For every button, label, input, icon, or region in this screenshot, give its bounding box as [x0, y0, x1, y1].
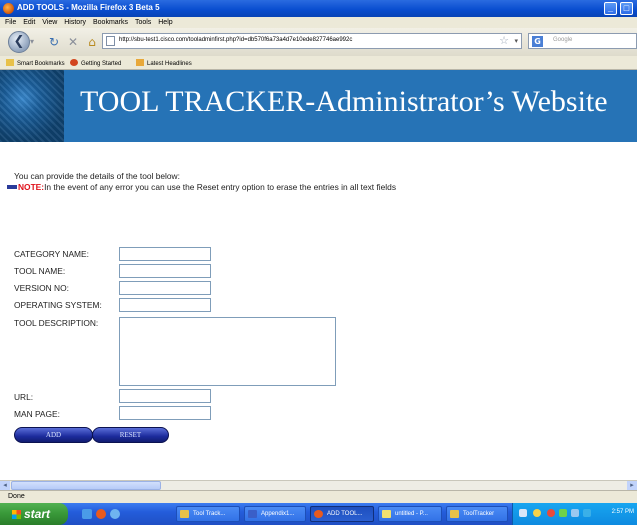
url-label: URL: — [14, 392, 34, 402]
address-url[interactable]: http://sbu-test1.cisco.com/tooladminfirs… — [119, 37, 352, 43]
folder-icon — [180, 510, 189, 518]
bookmark-getting-started[interactable]: Getting Started — [70, 59, 121, 67]
menu-bar: File Edit View History Bookmarks Tools H… — [0, 17, 637, 28]
folder-icon — [450, 510, 459, 518]
reload-icon[interactable]: ↻ — [47, 35, 61, 49]
paint-icon — [382, 510, 391, 518]
task-tool-tracker[interactable]: Tool Track... — [176, 506, 240, 522]
navigation-toolbar: ❮ ▾ ↻ ✕ ⌂ http://sbu-test1.cisco.com/too… — [0, 28, 637, 56]
menu-edit[interactable]: Edit — [23, 17, 35, 28]
status-bar: Done — [0, 490, 637, 503]
tray-status-icon[interactable] — [559, 509, 567, 517]
search-box[interactable]: G Google — [528, 33, 637, 49]
operating-system-input[interactable] — [119, 298, 211, 312]
task-add-tool[interactable]: ADD TOOL... — [310, 506, 374, 522]
url-input[interactable] — [119, 389, 211, 403]
quicklaunch-ie-icon[interactable] — [110, 509, 120, 519]
reset-button[interactable]: RESET — [92, 427, 169, 443]
category-name-label: CATEGORY NAME: — [14, 249, 89, 259]
menu-bookmarks[interactable]: Bookmarks — [93, 17, 128, 28]
status-text: Done — [8, 493, 25, 500]
tray-alert-icon[interactable] — [533, 509, 541, 517]
tray-app-icon[interactable] — [583, 509, 591, 517]
note-text: In the event of any error you can use th… — [44, 182, 397, 192]
add-button[interactable]: ADD — [14, 427, 93, 443]
menu-file[interactable]: File — [5, 17, 16, 28]
windows-taskbar: start Tool Track... Appendix1... ADD TOO… — [0, 503, 637, 525]
page-content: TOOL TRACKER-Administrator’s Website You… — [0, 70, 637, 484]
tray-network-icon[interactable] — [519, 509, 527, 517]
quicklaunch-desktop-icon[interactable] — [82, 509, 92, 519]
rss-icon — [136, 59, 144, 66]
version-no-label: VERSION NO: — [14, 283, 69, 293]
banner-title: TOOL TRACKER-Administrator’s Website — [80, 85, 608, 118]
folder-icon — [6, 59, 14, 66]
tool-description-label: TOOL DESCRIPTION: — [14, 318, 99, 328]
category-name-input[interactable] — [119, 247, 211, 261]
task-untitled-paint[interactable]: untitled - P... — [378, 506, 442, 522]
bookmark-star-icon[interactable]: ☆ — [499, 34, 509, 48]
menu-history[interactable]: History — [64, 17, 86, 28]
window-title-bar: ADD TOOLS - Mozilla Firefox 3 Beta 5 _ □ — [0, 0, 637, 17]
note-label: NOTE: — [18, 182, 45, 192]
tool-description-textarea[interactable] — [119, 317, 336, 386]
version-no-input[interactable] — [119, 281, 211, 295]
menu-help[interactable]: Help — [158, 17, 172, 28]
url-dropdown-icon[interactable]: ▾ — [514, 36, 518, 46]
scroll-left-icon[interactable]: ◂ — [0, 481, 10, 490]
header-banner: TOOL TRACKER-Administrator’s Website — [0, 70, 637, 142]
home-icon[interactable]: ⌂ — [85, 35, 99, 49]
google-icon[interactable]: G — [532, 36, 543, 47]
task-tooltracker-folder[interactable]: ToolTracker — [446, 506, 508, 522]
page-icon — [106, 36, 115, 46]
horizontal-scrollbar[interactable]: ◂ ▸ — [0, 480, 637, 490]
window-title: ADD TOOLS - Mozilla Firefox 3 Beta 5 — [17, 3, 160, 12]
tool-name-label: TOOL NAME: — [14, 266, 66, 276]
maximize-button[interactable]: □ — [620, 2, 633, 15]
scrollbar-thumb[interactable] — [11, 481, 161, 490]
menu-view[interactable]: View — [42, 17, 57, 28]
firefox-icon — [3, 3, 14, 14]
banner-texture-image — [0, 70, 64, 142]
bookmarks-toolbar: Smart Bookmarks Getting Started Latest H… — [0, 56, 637, 70]
tray-security-icon[interactable] — [547, 509, 555, 517]
start-button[interactable]: start — [0, 503, 68, 525]
menu-tools[interactable]: Tools — [135, 17, 151, 28]
bookmark-smart-bookmarks[interactable]: Smart Bookmarks — [6, 59, 65, 67]
bookmark-latest-headlines[interactable]: Latest Headlines — [136, 59, 192, 67]
system-tray: 2:57 PM — [512, 503, 637, 525]
note-marker-icon — [7, 185, 17, 189]
tool-name-input[interactable] — [119, 264, 211, 278]
task-appendix[interactable]: Appendix1... — [244, 506, 306, 522]
windows-flag-icon — [12, 510, 21, 519]
note-line: NOTE:In the event of any error you can u… — [7, 182, 396, 192]
address-bar[interactable]: http://sbu-test1.cisco.com/tooladminfirs… — [102, 33, 522, 49]
quicklaunch-firefox-icon[interactable] — [96, 509, 106, 519]
taskbar-clock: 2:57 PM — [611, 509, 634, 515]
intro-text: You can provide the details of the tool … — [14, 171, 180, 181]
search-placeholder[interactable]: Google — [553, 37, 572, 43]
minimize-button[interactable]: _ — [604, 2, 617, 15]
man-page-label: MAN PAGE: — [14, 409, 60, 419]
scroll-right-icon[interactable]: ▸ — [627, 481, 637, 490]
stop-icon[interactable]: ✕ — [66, 35, 80, 49]
back-button[interactable]: ❮ — [8, 31, 30, 53]
firefox-icon — [70, 59, 78, 66]
firefox-icon — [314, 510, 323, 518]
operating-system-label: OPERATING SYSTEM: — [14, 300, 102, 310]
forward-dropdown-icon[interactable]: ▾ — [30, 36, 42, 48]
word-icon — [248, 510, 257, 518]
man-page-input[interactable] — [119, 406, 211, 420]
tray-volume-icon[interactable] — [571, 509, 579, 517]
